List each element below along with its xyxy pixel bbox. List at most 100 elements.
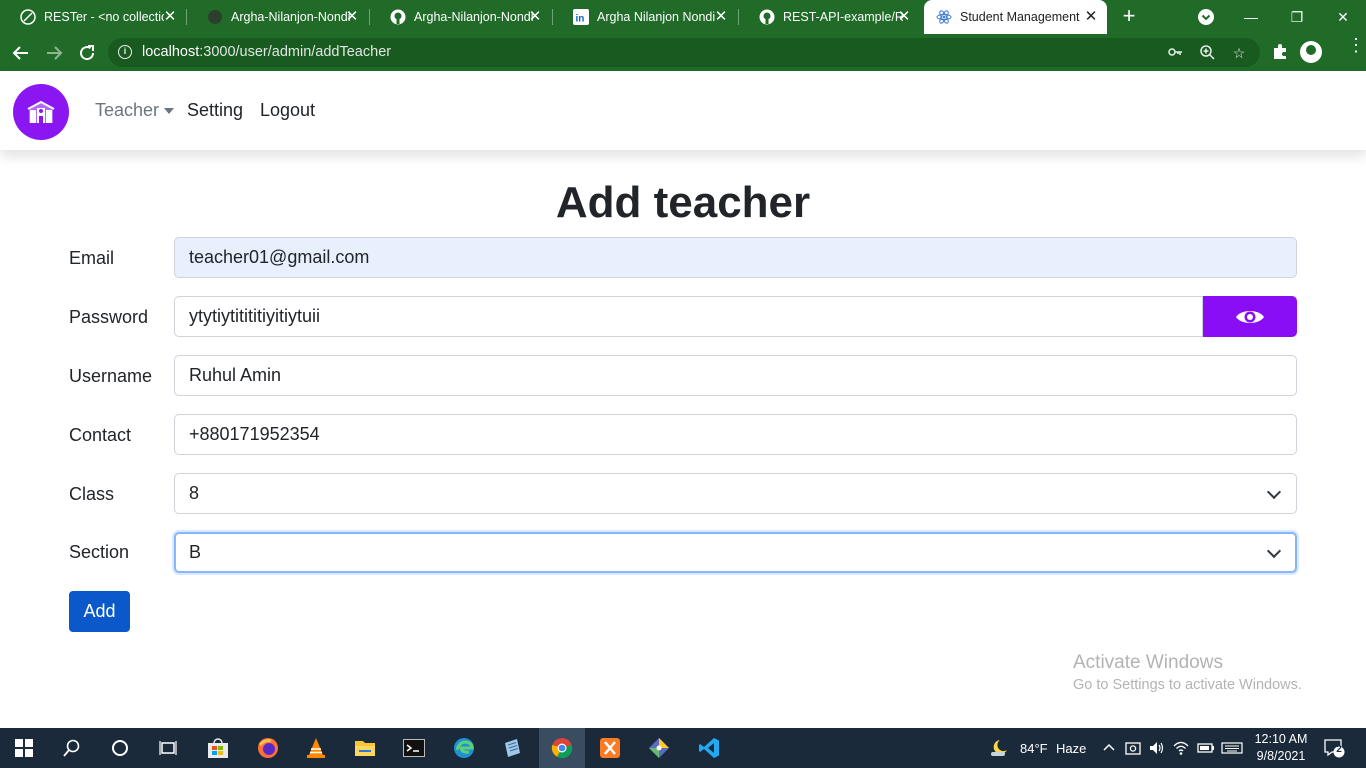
forward-icon[interactable] (43, 42, 65, 64)
minimize-icon[interactable]: — (1228, 0, 1274, 34)
wifi-icon[interactable] (1173, 740, 1189, 756)
weather-description[interactable]: Haze (1056, 741, 1086, 756)
browser-tab-strip: RESTer - <no collectio ✕ Argha-Nilanjon-… (0, 0, 1366, 34)
vscode-icon[interactable] (697, 736, 721, 760)
username-field[interactable]: Ruhul Amin (174, 355, 1297, 396)
edge-icon[interactable] (452, 736, 476, 760)
url-text: localhost:3000/user/admin/addTeacher (142, 44, 392, 60)
activate-windows-watermark: Activate Windows Go to Settings to activ… (1073, 652, 1302, 693)
class-select-value: 8 (189, 483, 200, 503)
browser-tab[interactable]: REST-API-example/RE ✕ (739, 0, 920, 34)
browser-tab-title: REST-API-example/RE (783, 10, 903, 24)
nav-logout-link[interactable]: Logout (260, 100, 315, 121)
weather-temperature[interactable]: 84°F (1020, 741, 1048, 756)
email-label: Email (69, 248, 115, 268)
file-explorer-icon[interactable] (353, 736, 377, 760)
close-tab-icon[interactable]: ✕ (527, 9, 543, 25)
contact-label: Contact (69, 425, 132, 445)
notification-count-badge: 2 (1336, 744, 1342, 755)
class-label: Class (69, 484, 115, 504)
password-field[interactable]: ytytiytitititiyitiytuii (174, 296, 1203, 337)
back-icon[interactable] (10, 42, 32, 64)
close-tab-icon[interactable]: ✕ (896, 9, 912, 25)
browser-toolbar: i localhost:3000/user/admin/addTeacher ☆ (0, 34, 1366, 71)
school-logo-icon[interactable] (13, 84, 69, 140)
browser-tab[interactable]: in Argha Nilanjon Nondi ✕ (553, 0, 737, 34)
clock-time[interactable]: 12:10 AM (1253, 732, 1309, 746)
section-label: Section (69, 542, 130, 562)
close-tab-icon[interactable]: ✕ (1083, 9, 1099, 25)
chevron-up-icon[interactable] (1101, 740, 1117, 756)
browser-tab[interactable]: RESTer - <no collectio ✕ (0, 0, 186, 34)
close-tab-icon[interactable]: ✕ (162, 9, 178, 25)
cortana-icon[interactable] (108, 736, 132, 760)
toggle-password-visibility-button[interactable] (1203, 296, 1297, 337)
nav-setting-link[interactable]: Setting (187, 100, 243, 121)
password-label: Password (69, 307, 149, 327)
contact-field[interactable]: +880171952354 (174, 414, 1297, 455)
keyboard-icon[interactable] (1221, 740, 1243, 756)
teacher-dropdown[interactable]: Teacher (95, 100, 175, 121)
caret-down-icon (164, 108, 175, 115)
section-select[interactable]: B (174, 532, 1297, 573)
browser-tab-title: Argha Nilanjon Nondi (597, 10, 716, 24)
address-bar[interactable]: i localhost:3000/user/admin/addTeacher ☆ (108, 38, 1260, 67)
linkedin-icon: in (573, 9, 589, 25)
clock-date[interactable]: 9/8/2021 (1253, 749, 1309, 763)
restore-icon[interactable]: ❐ (1274, 0, 1320, 34)
app-navbar: Teacher Setting Logout (0, 71, 1366, 150)
watermark-subtitle: Go to Settings to activate Windows. (1073, 677, 1302, 693)
bookmark-star-icon[interactable]: ☆ (1230, 44, 1248, 62)
terminal-icon[interactable] (402, 736, 426, 760)
task-view-icon[interactable] (156, 736, 180, 760)
svg-text:in: in (576, 14, 585, 25)
watermark-title: Activate Windows (1073, 652, 1223, 673)
eye-icon (1236, 310, 1264, 323)
store-icon[interactable] (206, 736, 230, 760)
windows-taskbar: 84°F Haze 12:10 AM 9/8/2021 2 (0, 728, 1366, 768)
camera-app-icon[interactable] (1125, 740, 1141, 756)
browser-tab-title: Student Management (960, 10, 1080, 24)
browser-menu-icon[interactable]: ⋮ (1347, 36, 1365, 60)
browser-tab-active[interactable]: Student Management ✕ (924, 0, 1107, 34)
chevron-down-icon (1266, 484, 1282, 500)
class-select[interactable]: 8 (174, 473, 1297, 514)
chrome-icon[interactable] (550, 736, 574, 760)
weather-moon-icon[interactable] (987, 736, 1011, 760)
xampp-icon[interactable] (598, 736, 622, 760)
zoom-icon[interactable] (1198, 44, 1216, 62)
close-tab-icon[interactable]: ✕ (713, 9, 729, 25)
browser-tab-title: RESTer - <no collectio (44, 10, 164, 24)
git-kraken-icon[interactable] (647, 736, 671, 760)
github-icon (207, 9, 223, 25)
search-icon[interactable] (60, 736, 84, 760)
chevron-down-icon (1266, 543, 1282, 559)
battery-icon[interactable] (1197, 740, 1214, 756)
key-icon[interactable] (1166, 44, 1184, 62)
tab-search-icon[interactable] (1198, 9, 1214, 25)
page-title: Add teacher (555, 178, 811, 227)
email-field[interactable]: teacher01@gmail.com (174, 237, 1297, 278)
section-select-value: B (189, 542, 202, 562)
github-icon (390, 9, 406, 25)
browser-tab[interactable]: Argha-Nilanjon-Nondi ✕ (370, 0, 551, 34)
firefox-icon[interactable] (256, 736, 280, 760)
windows-start-icon[interactable] (12, 736, 36, 760)
extensions-icon[interactable] (1270, 42, 1290, 62)
browser-tab[interactable]: Argha-Nilanjon-Nondi ✕ (187, 0, 368, 34)
close-window-icon[interactable]: ✕ (1320, 0, 1366, 34)
rester-icon (20, 9, 36, 25)
browser-tab-title: Argha-Nilanjon-Nondi (231, 10, 351, 24)
new-tab-button[interactable]: + (1118, 5, 1140, 27)
volume-icon[interactable] (1149, 740, 1165, 756)
site-info-icon[interactable]: i (118, 45, 132, 59)
notepad-app-icon[interactable] (500, 736, 524, 760)
browser-tab-title: Argha-Nilanjon-Nondi (414, 10, 534, 24)
profile-avatar-icon[interactable] (1300, 41, 1322, 63)
add-button[interactable]: Add (69, 591, 130, 632)
notification-center-icon[interactable]: 2 (1322, 736, 1346, 760)
reload-icon[interactable] (76, 42, 98, 64)
close-tab-icon[interactable]: ✕ (344, 9, 360, 25)
username-label: Username (69, 366, 153, 386)
vlc-icon[interactable] (304, 736, 328, 760)
